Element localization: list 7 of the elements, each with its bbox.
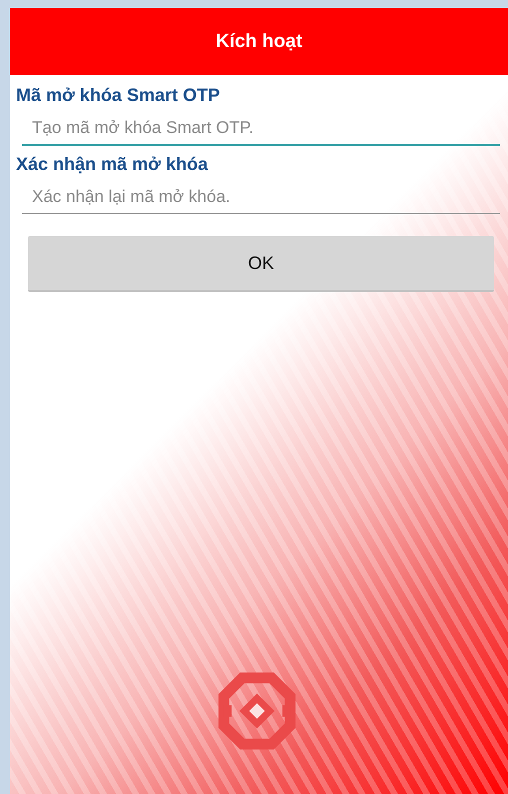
screen-title: Kích hoạt xyxy=(216,30,302,52)
field-label: Mã mở khóa Smart OTP xyxy=(16,85,221,106)
logo-icon xyxy=(218,672,296,750)
input-field[interactable]: Xác nhận lại mã mở khóa. xyxy=(22,179,500,214)
field-label: Xác nhận mã mở khóa xyxy=(16,154,209,175)
input-field[interactable]: Tạo mã mở khóa Smart OTP. xyxy=(22,110,500,146)
ok-button[interactable]: OK xyxy=(28,236,494,292)
